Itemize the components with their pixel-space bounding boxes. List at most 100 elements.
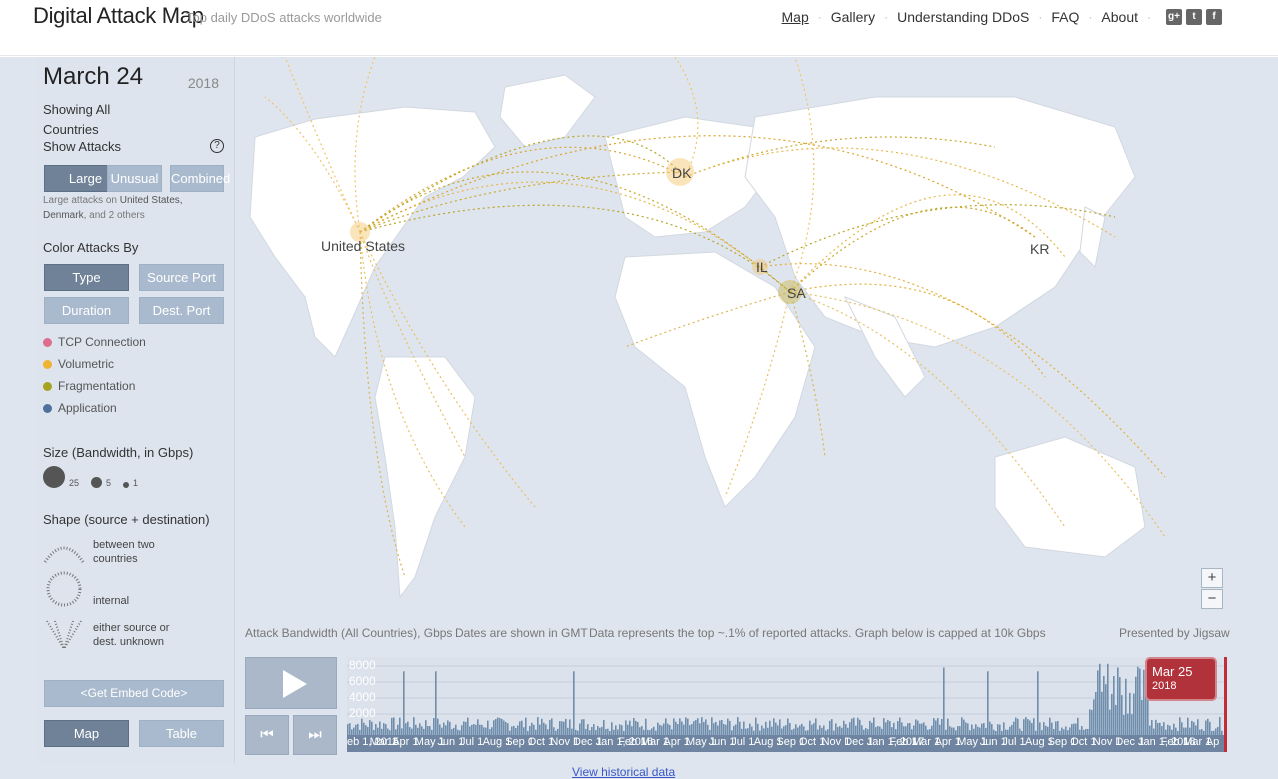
timeline-bar bbox=[397, 724, 399, 735]
filter-combined-button[interactable]: Combined bbox=[170, 165, 230, 192]
map-label-united-states[interactable]: United States bbox=[321, 238, 405, 254]
timeline-bar bbox=[841, 727, 843, 735]
note-country-link[interactable]: Denmark bbox=[43, 210, 84, 221]
timeline-bar bbox=[837, 727, 839, 735]
nav-understanding-ddos[interactable]: Understanding DDoS bbox=[897, 9, 1029, 25]
timeline-bar bbox=[349, 723, 351, 735]
color-by-dest-port-button[interactable]: Dest. Port bbox=[139, 297, 224, 324]
nav-faq[interactable]: FAQ bbox=[1051, 9, 1079, 25]
timeline-bar bbox=[1107, 663, 1109, 735]
nav-separator: · bbox=[1038, 10, 1043, 24]
timeline-bar bbox=[961, 717, 963, 735]
view-table-button[interactable]: Table bbox=[139, 720, 224, 747]
timeline-bar bbox=[823, 725, 825, 735]
legend-item: TCP Connection bbox=[43, 335, 146, 349]
presented-by[interactable]: Presented by Jigsaw bbox=[1119, 626, 1230, 640]
color-by-type-button[interactable]: Type bbox=[44, 264, 129, 291]
timeline-bar bbox=[671, 729, 673, 735]
nav-map[interactable]: Map bbox=[782, 9, 809, 25]
color-by-duration-button[interactable]: Duration bbox=[44, 297, 129, 324]
timeline-bar bbox=[717, 725, 719, 735]
timeline-bar bbox=[809, 720, 811, 735]
timeline-bar bbox=[569, 719, 571, 735]
timeline-bar bbox=[725, 724, 727, 735]
timeline-bar bbox=[425, 720, 427, 735]
map-label-kr[interactable]: KR bbox=[1030, 241, 1049, 257]
timeline-bar bbox=[535, 729, 537, 735]
timeline-bar bbox=[975, 724, 977, 735]
timeline-bar bbox=[935, 720, 937, 735]
site-title[interactable]: Digital Attack Map bbox=[33, 3, 204, 29]
timeline-bar bbox=[477, 719, 479, 735]
bandwidth-timeline[interactable]: 8000 6000 4000 2000 eb 1, 2015 Mar 1 Apr 1… bbox=[347, 657, 1227, 752]
timeline-bar bbox=[559, 721, 561, 735]
timeline-bar bbox=[533, 724, 535, 735]
timeline-bar bbox=[413, 717, 415, 735]
timeline-bar bbox=[1125, 678, 1127, 735]
note-country-link[interactable]: United States, bbox=[120, 195, 183, 206]
timeline-bar bbox=[1117, 667, 1119, 735]
twitter-icon[interactable]: t bbox=[1186, 9, 1202, 25]
timeline-bar bbox=[1203, 730, 1205, 735]
timeline-bar bbox=[1039, 722, 1041, 735]
timeline-bar bbox=[877, 726, 879, 735]
timeline-bar bbox=[933, 718, 935, 735]
zoom-in-button[interactable]: + bbox=[1201, 568, 1223, 588]
timeline-bar bbox=[505, 722, 507, 735]
timeline-bar bbox=[811, 724, 813, 735]
timeline-bar bbox=[419, 723, 421, 735]
timeline-bar bbox=[1121, 695, 1123, 735]
timeline-bar bbox=[437, 718, 439, 735]
timeline-bar bbox=[523, 727, 525, 735]
timeline-bar bbox=[1001, 730, 1003, 735]
nav-gallery[interactable]: Gallery bbox=[831, 9, 875, 25]
facebook-icon[interactable]: f bbox=[1206, 9, 1222, 25]
step-forward-button[interactable]: ⏭ bbox=[293, 715, 337, 755]
filter-unusual-button[interactable]: Unusual bbox=[107, 165, 162, 192]
view-map-button[interactable]: Map bbox=[44, 720, 129, 747]
timeline-bar bbox=[963, 719, 965, 735]
timeline-bar bbox=[899, 717, 901, 735]
timeline-bar bbox=[723, 723, 725, 735]
timeline-bar bbox=[1085, 728, 1087, 735]
timeline-bar bbox=[1051, 722, 1053, 735]
timeline-bar bbox=[797, 727, 799, 735]
attack-map[interactable]: United States DK IL SA KR bbox=[235, 57, 1278, 617]
timeline-bar bbox=[487, 720, 489, 735]
site-header: Digital Attack Map Top daily DDoS attack… bbox=[0, 0, 1278, 56]
timeline-bar bbox=[1189, 727, 1191, 735]
map-label-il[interactable]: IL bbox=[756, 259, 768, 275]
timeline-bar bbox=[991, 724, 993, 735]
timeline-bar bbox=[435, 671, 437, 735]
map-label-dk[interactable]: DK bbox=[672, 165, 691, 181]
timeline-bar bbox=[1081, 726, 1083, 735]
nav-about[interactable]: About bbox=[1101, 9, 1138, 25]
google-plus-icon[interactable]: g+ bbox=[1166, 9, 1182, 25]
timeline-bar bbox=[501, 718, 503, 735]
timeline-bar bbox=[353, 727, 355, 735]
timeline-bar bbox=[869, 720, 871, 735]
historical-data-link[interactable]: View historical data bbox=[572, 765, 675, 779]
play-button[interactable] bbox=[245, 657, 337, 709]
timeline-bar bbox=[741, 728, 743, 735]
zoom-out-button[interactable]: − bbox=[1201, 589, 1223, 609]
timeline-bar bbox=[553, 727, 555, 735]
get-embed-code-button[interactable]: <Get Embed Code> bbox=[44, 680, 224, 707]
y-tick: 8000 bbox=[349, 658, 376, 672]
timeline-date-marker[interactable]: Mar 25 2018 bbox=[1145, 657, 1217, 701]
timeline-bar bbox=[1029, 720, 1031, 735]
help-icon[interactable]: ? bbox=[210, 139, 224, 153]
timeline-bar bbox=[667, 723, 669, 735]
step-back-button[interactable]: ⏮ bbox=[245, 715, 289, 755]
timeline-bar bbox=[603, 719, 605, 735]
timeline-bar bbox=[1161, 726, 1163, 735]
timeline-bar bbox=[1149, 725, 1151, 735]
timeline-bar bbox=[845, 724, 847, 735]
color-by-source-port-button[interactable]: Source Port bbox=[139, 264, 224, 291]
note-prefix: Large attacks on bbox=[43, 195, 120, 206]
shape-legend-item: internal bbox=[43, 569, 129, 609]
showing-filter[interactable]: Showing All Countries bbox=[43, 100, 133, 140]
arc-shape-icon bbox=[43, 546, 85, 563]
map-label-sa[interactable]: SA bbox=[787, 285, 806, 301]
timeline-bar bbox=[951, 727, 953, 735]
